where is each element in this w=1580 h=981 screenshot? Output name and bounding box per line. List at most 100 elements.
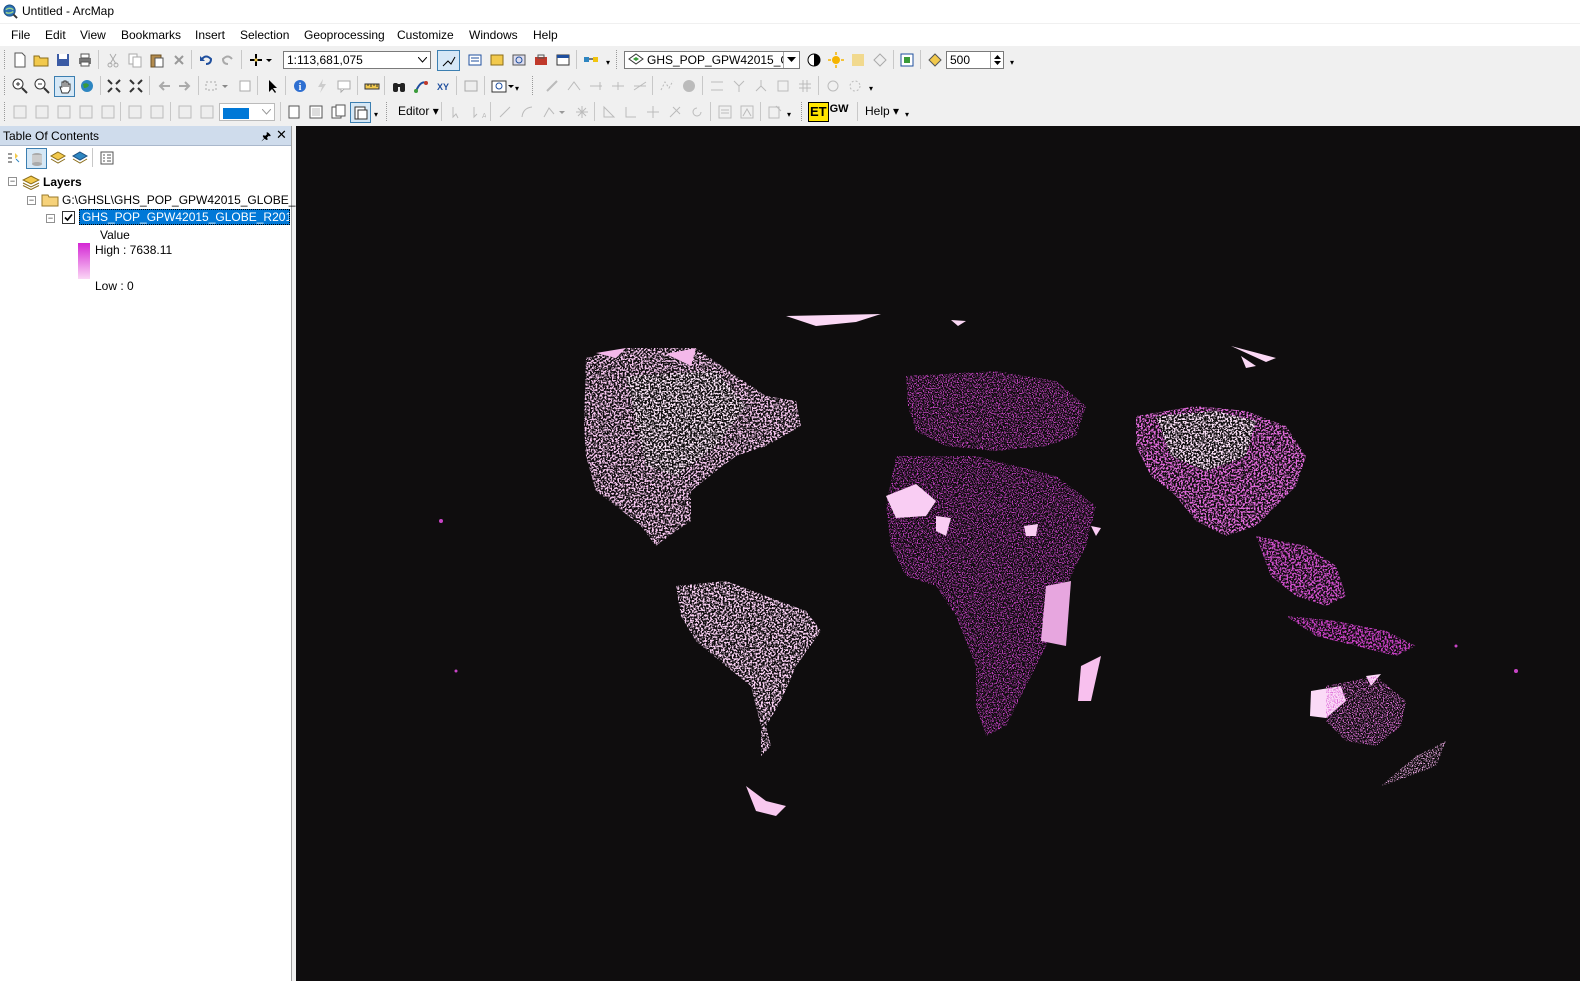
- group-path-label[interactable]: G:\GHSL\GHS_POP_GPW42015_GLOBE_R20: [62, 193, 317, 207]
- etgeo-wizards-logo[interactable]: ET GW: [808, 102, 854, 122]
- toolbar-grip[interactable]: [386, 102, 390, 121]
- data-driven-pages-icon[interactable]: [350, 102, 371, 123]
- layout-zoom-percent-combo[interactable]: 100%: [219, 103, 275, 121]
- trace-icon[interactable]: [540, 103, 557, 120]
- undo-icon[interactable]: [197, 51, 214, 68]
- generalize-icon[interactable]: [658, 77, 675, 94]
- layout-forward-icon[interactable]: [198, 103, 215, 120]
- full-extent-globe-icon[interactable]: [78, 77, 95, 94]
- zoom-100-icon[interactable]: [99, 103, 116, 120]
- chevron-down-icon[interactable]: [415, 52, 430, 68]
- map-scale-combo[interactable]: 1:113,681,075: [283, 51, 431, 69]
- measure-icon[interactable]: [363, 77, 380, 94]
- chevron-down-icon[interactable]: [557, 103, 567, 120]
- zoom-out-icon[interactable]: [33, 77, 50, 94]
- smooth-icon[interactable]: [680, 77, 697, 94]
- toggle-draft-mode-icon[interactable]: [285, 103, 302, 120]
- toolbar-grip[interactable]: [4, 76, 8, 95]
- cut-icon[interactable]: [104, 51, 121, 68]
- delete-icon[interactable]: [170, 51, 187, 68]
- transparency-icon[interactable]: [849, 51, 866, 68]
- change-layout-icon[interactable]: [329, 103, 346, 120]
- attributes-icon[interactable]: [716, 103, 733, 120]
- list-by-visibility-icon[interactable]: [49, 149, 66, 166]
- edit-vertices-icon[interactable]: [600, 103, 617, 120]
- chevron-down-icon[interactable]: [220, 77, 230, 94]
- fixed-zoom-out-icon[interactable]: [127, 77, 144, 94]
- chevron-down-icon[interactable]: [259, 104, 274, 120]
- resolution-input[interactable]: 500: [946, 51, 1004, 69]
- layout-zoom-in-icon[interactable]: [11, 103, 28, 120]
- toolbar-overflow-icon[interactable]: ▾: [513, 83, 521, 95]
- toolbar-overflow-icon[interactable]: ▾: [604, 57, 612, 69]
- toolbar-overflow-icon[interactable]: ▾: [867, 83, 875, 95]
- layer-visibility-checkbox[interactable]: [62, 211, 75, 224]
- paste-icon[interactable]: [148, 51, 165, 68]
- contrast-icon[interactable]: [805, 51, 822, 68]
- go-to-xy-icon[interactable]: XY: [434, 77, 451, 94]
- forward-extent-icon[interactable]: [176, 77, 193, 94]
- zoom-to-raster-resolution-icon[interactable]: [898, 51, 915, 68]
- menu-geoprocessing[interactable]: Geoprocessing: [304, 28, 385, 42]
- layout-pan-icon[interactable]: [55, 103, 72, 120]
- reshape-icon[interactable]: [565, 77, 582, 94]
- align-edge-icon[interactable]: [708, 77, 725, 94]
- new-document-icon[interactable]: [11, 51, 28, 68]
- point-icon[interactable]: [573, 103, 590, 120]
- html-popup-icon[interactable]: [335, 77, 352, 94]
- arctoolbox-icon[interactable]: [532, 51, 549, 68]
- layout-zoom-out-icon[interactable]: [33, 103, 50, 120]
- list-by-drawing-order-icon[interactable]: [5, 149, 22, 166]
- split-tool-icon[interactable]: [666, 103, 683, 120]
- toolbar-grip[interactable]: [801, 102, 805, 121]
- catalog-window-icon[interactable]: [488, 51, 505, 68]
- menu-bookmarks[interactable]: Bookmarks: [121, 28, 181, 42]
- save-icon[interactable]: [54, 51, 71, 68]
- pan-hand-icon[interactable]: [54, 76, 75, 97]
- menu-view[interactable]: View: [80, 28, 106, 42]
- menu-selection[interactable]: Selection: [240, 28, 289, 42]
- line-intersection-icon[interactable]: [631, 77, 648, 94]
- collapse-group-icon[interactable]: −: [27, 196, 36, 205]
- straight-segment-icon[interactable]: [496, 103, 513, 120]
- add-data-icon[interactable]: [247, 51, 264, 68]
- create-features-icon[interactable]: [766, 103, 783, 120]
- merge-icon[interactable]: [730, 77, 747, 94]
- rectangle-icon[interactable]: [774, 77, 791, 94]
- toolbar-overflow-icon[interactable]: ▾: [372, 109, 380, 121]
- edit-tool-icon[interactable]: [543, 77, 560, 94]
- list-by-source-icon[interactable]: [26, 148, 47, 169]
- fixed-zoom-in-icon[interactable]: [105, 77, 122, 94]
- close-icon[interactable]: ✕: [276, 127, 287, 143]
- focus-data-frame-icon[interactable]: [307, 103, 324, 120]
- reshape-feature-icon[interactable]: [622, 103, 639, 120]
- color-ramp-swatch[interactable]: [78, 243, 90, 279]
- sketch-properties-icon[interactable]: [738, 103, 755, 120]
- editor-menu-button[interactable]: Editor ▾: [398, 104, 439, 118]
- toolbar-overflow-icon[interactable]: ▾: [1008, 57, 1016, 69]
- back-extent-icon[interactable]: [155, 77, 172, 94]
- end-point-arc-icon[interactable]: [518, 103, 535, 120]
- redo-icon[interactable]: [219, 51, 236, 68]
- menu-edit[interactable]: Edit: [45, 28, 66, 42]
- layout-back-icon[interactable]: [176, 103, 193, 120]
- python-window-icon[interactable]: [554, 51, 571, 68]
- modelbuilder-icon[interactable]: [582, 51, 599, 68]
- layer-combo[interactable]: GHS_POP_GPW42015_GLO: [624, 51, 800, 69]
- pin-icon[interactable]: 🖈: [261, 128, 271, 147]
- map-display[interactable]: [296, 126, 1580, 981]
- toolbar-grip[interactable]: [4, 102, 8, 121]
- fixed-zoom-out-layout-icon[interactable]: [148, 103, 165, 120]
- cut-polygons-icon[interactable]: [644, 103, 661, 120]
- validate-icon[interactable]: [846, 77, 863, 94]
- search-window-icon[interactable]: [510, 51, 527, 68]
- hyperlink-icon[interactable]: [313, 77, 330, 94]
- menu-windows[interactable]: Windows: [469, 28, 518, 42]
- copy-icon[interactable]: [126, 51, 143, 68]
- print-icon[interactable]: [76, 51, 93, 68]
- zoom-whole-page-icon[interactable]: [77, 103, 94, 120]
- chevron-down-icon[interactable]: [783, 52, 799, 68]
- menu-insert[interactable]: Insert: [195, 28, 225, 42]
- extend-icon[interactable]: [587, 77, 604, 94]
- menu-help[interactable]: Help: [533, 28, 558, 42]
